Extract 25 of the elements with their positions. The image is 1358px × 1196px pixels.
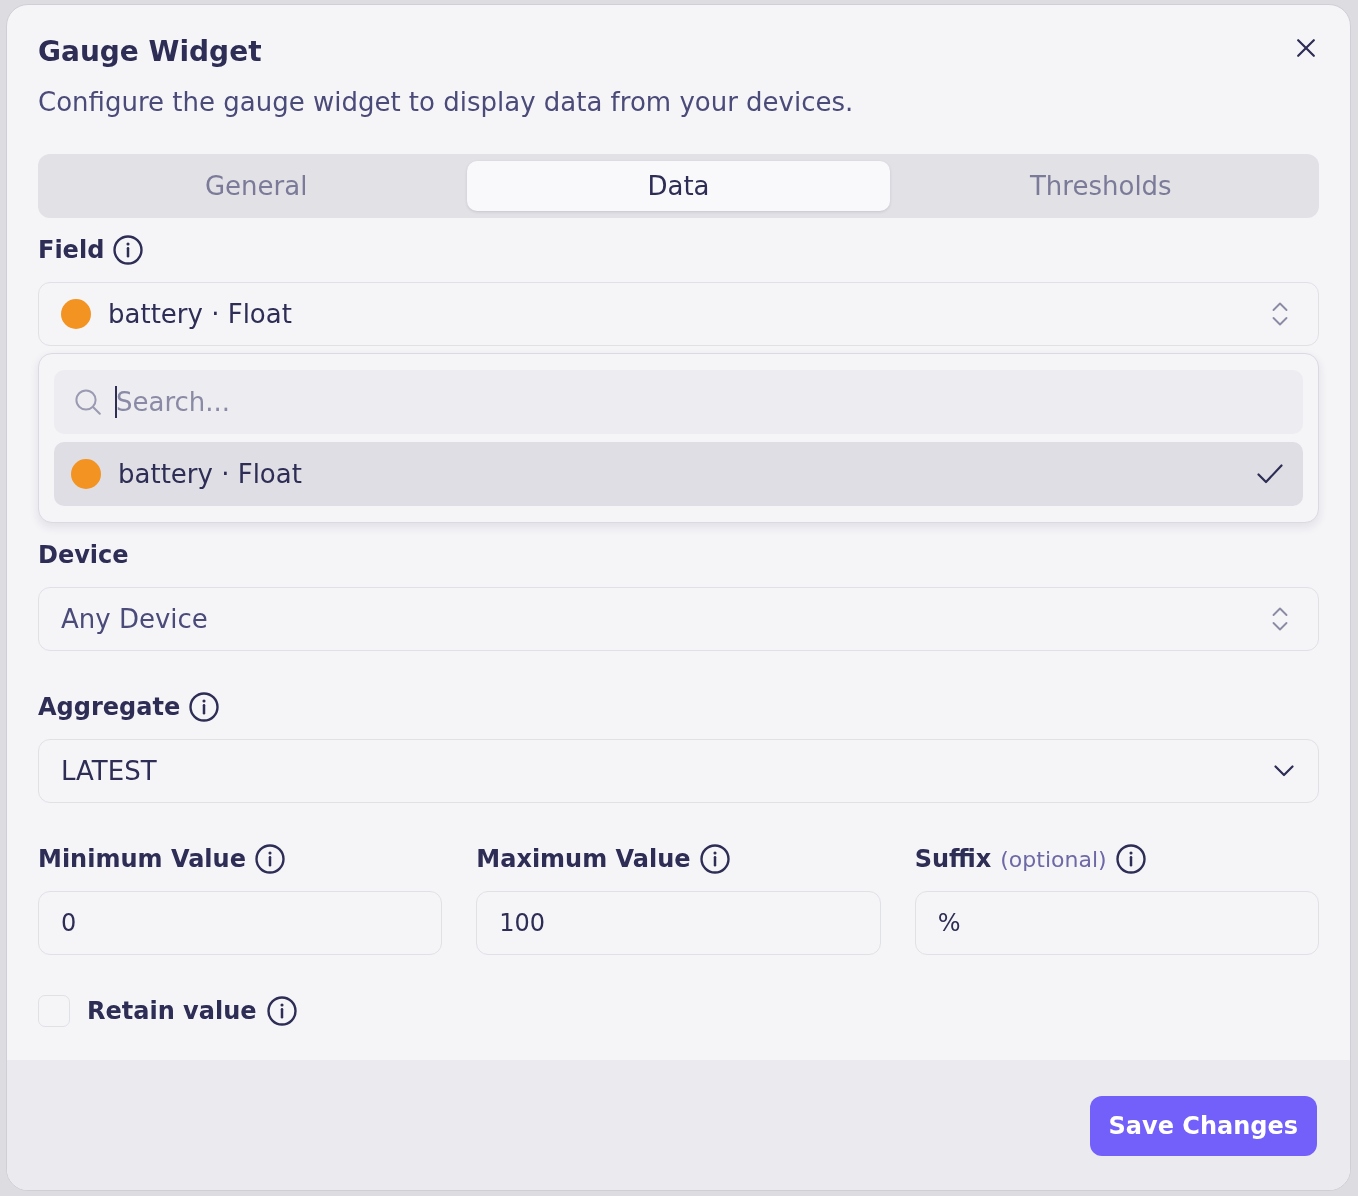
dialog-title: Gauge Widget xyxy=(38,34,262,70)
form-label: Suffix xyxy=(914,845,992,873)
text-input[interactable]: 100 xyxy=(476,891,881,955)
chevron-down-icon xyxy=(1274,765,1294,777)
close-icon xyxy=(1297,39,1315,57)
text-input[interactable]: % xyxy=(914,891,1319,955)
optional-hint: (optional) xyxy=(1000,846,1107,872)
text-input[interactable]: 0 xyxy=(38,891,443,955)
dialog-description: Configure the gauge widget to display data from your devices. xyxy=(38,86,854,118)
save-button[interactable]: Save Changes xyxy=(1089,1096,1317,1156)
aggregate-select[interactable]: LATEST xyxy=(38,739,1319,803)
up-down-chevron-icon xyxy=(1272,607,1288,631)
up-down-chevron-icon xyxy=(1272,302,1288,326)
field-select[interactable]: battery · Float xyxy=(38,282,1319,346)
dropdown-option[interactable]: battery · Float xyxy=(54,442,1303,506)
form-label: Minimum Value xyxy=(38,845,246,873)
form-label: Field xyxy=(38,236,105,264)
search-icon xyxy=(75,389,101,415)
form-label: Device xyxy=(38,541,129,569)
checkbox-label: Retain value xyxy=(87,997,257,1025)
device-select[interactable]: Any Device xyxy=(38,587,1319,651)
tab[interactable]: Data xyxy=(467,161,890,211)
search-field[interactable]: Search... xyxy=(54,370,1303,434)
form-label: Maximum Value xyxy=(476,845,691,873)
form-label: Aggregate xyxy=(38,693,181,721)
